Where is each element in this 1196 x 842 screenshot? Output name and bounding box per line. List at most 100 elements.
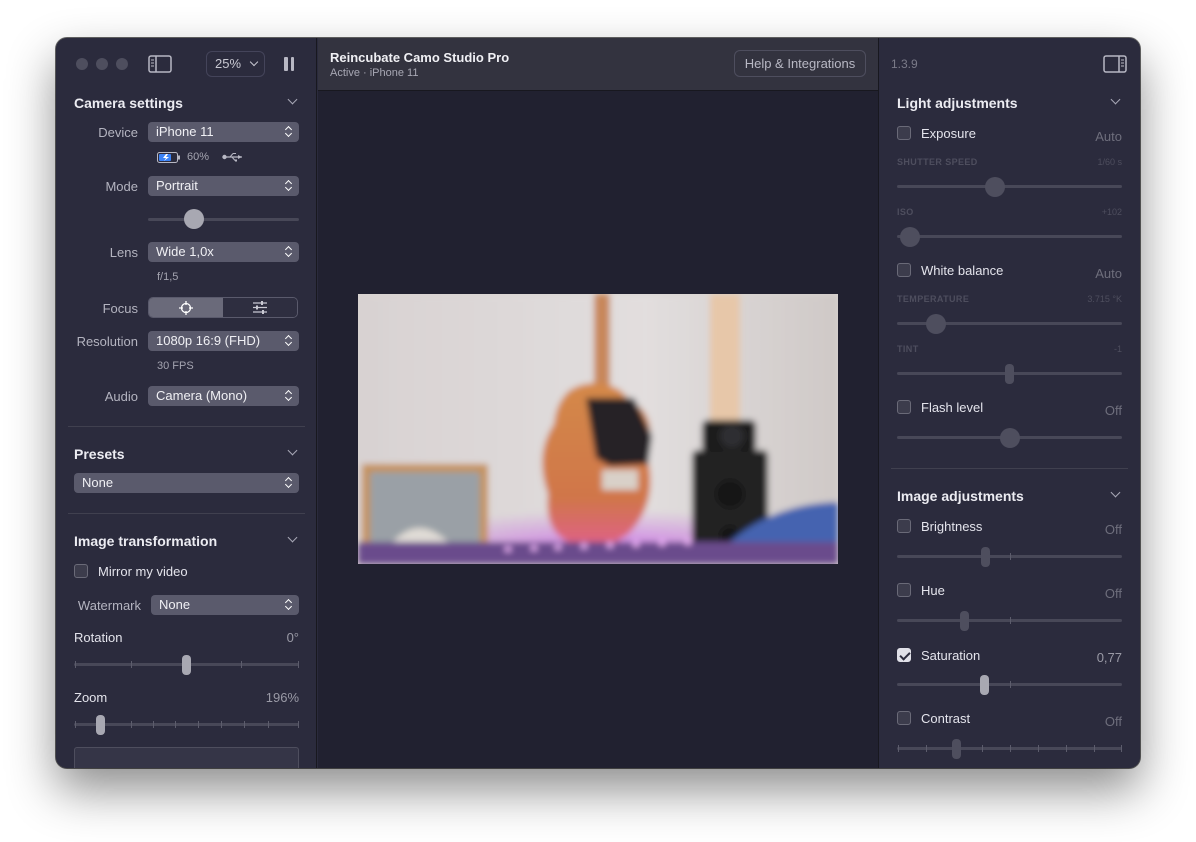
updown-chevron-icon: [285, 598, 293, 612]
shutter-speed-slider[interactable]: [897, 185, 1122, 188]
inspector-toggle-icon[interactable]: [1103, 55, 1127, 73]
aperture-value: f/1,5: [157, 271, 179, 283]
resolution-select[interactable]: 1080p 16:9 (FHD): [148, 331, 299, 351]
watermark-select[interactable]: None: [151, 595, 299, 615]
lens-label: Lens: [109, 245, 138, 260]
zoom-level-value: 25%: [215, 56, 242, 71]
presets-collapse-icon[interactable]: [287, 445, 298, 456]
focus-manual-segment[interactable]: [223, 298, 297, 317]
flash-level-value: Off: [1104, 403, 1122, 418]
portrait-blur-knob[interactable]: [184, 209, 204, 229]
contrast-value: Off: [1104, 714, 1122, 729]
app-version: 1.3.9: [891, 57, 918, 71]
mode-select[interactable]: Portrait: [148, 176, 299, 196]
device-select[interactable]: iPhone 11: [148, 122, 299, 142]
image-adjustments-title: Image adjustments: [897, 488, 1024, 504]
hue-knob[interactable]: [960, 611, 969, 631]
section-divider: [891, 468, 1128, 469]
saturation-checkbox[interactable]: [897, 648, 911, 662]
audio-label: Audio: [104, 389, 138, 404]
zoom-label: Zoom: [74, 690, 108, 705]
watermark-select-value: None: [159, 597, 191, 612]
connection-status: Active · iPhone 11: [330, 67, 419, 79]
shutter-speed-value: 1/60 s: [1097, 157, 1122, 167]
close-window-button[interactable]: [76, 58, 88, 70]
updown-chevron-icon: [285, 334, 293, 348]
temperature-knob[interactable]: [926, 314, 946, 334]
image-transformation-collapse-icon[interactable]: [287, 532, 298, 543]
zoom-level-select[interactable]: 25%: [206, 51, 265, 77]
focus-segmented-control[interactable]: [148, 297, 298, 318]
shutter-speed-knob[interactable]: [985, 177, 1005, 197]
saturation-knob[interactable]: [980, 675, 989, 695]
fps-value: 30 FPS: [157, 360, 194, 372]
sidebar-toggle-icon[interactable]: [148, 55, 172, 73]
minimize-window-button[interactable]: [96, 58, 108, 70]
updown-chevron-icon: [285, 476, 293, 490]
camera-feed-image: [358, 294, 838, 564]
exposure-label: Exposure: [921, 126, 976, 141]
white-balance-checkbox[interactable]: [897, 263, 911, 277]
camera-settings-collapse-icon[interactable]: [287, 94, 298, 105]
iso-knob[interactable]: [900, 227, 920, 247]
brightness-label: Brightness: [921, 519, 983, 534]
brightness-value: Off: [1104, 522, 1122, 537]
section-divider: [68, 513, 305, 514]
lens-select[interactable]: Wide 1,0x: [148, 242, 299, 262]
updown-chevron-icon: [285, 179, 293, 193]
exposure-value: Auto: [1095, 129, 1122, 144]
crosshair-icon: [179, 301, 193, 315]
tint-knob[interactable]: [1005, 364, 1014, 384]
pause-icon: [284, 57, 288, 71]
zoom-slider[interactable]: [74, 723, 299, 726]
audio-select[interactable]: Camera (Mono): [148, 386, 299, 406]
hue-value: Off: [1104, 586, 1122, 601]
resolution-label: Resolution: [76, 334, 138, 349]
camera-preview: [358, 294, 838, 564]
flash-level-checkbox[interactable]: [897, 400, 911, 414]
zoom-knob[interactable]: [96, 715, 105, 735]
preview-area: Reincubate Camo Studio Pro Active · iPho…: [318, 38, 878, 768]
rotation-knob[interactable]: [182, 655, 191, 675]
pause-button[interactable]: [284, 57, 295, 71]
image-transformation-title: Image transformation: [74, 533, 218, 549]
hue-checkbox[interactable]: [897, 583, 911, 597]
focus-auto-segment[interactable]: [149, 298, 223, 317]
contrast-checkbox[interactable]: [897, 711, 911, 725]
contrast-knob[interactable]: [952, 739, 961, 759]
device-label: Device: [98, 125, 138, 140]
rotation-value: 0°: [286, 630, 299, 645]
presets-select-value: None: [82, 475, 114, 490]
flash-level-knob[interactable]: [1000, 428, 1020, 448]
portrait-blur-slider[interactable]: [148, 218, 299, 221]
light-adjustments-title: Light adjustments: [897, 95, 1018, 111]
updown-chevron-icon: [285, 125, 293, 139]
battery-icon: [157, 152, 180, 163]
chevron-down-icon: [249, 57, 259, 67]
app-title: Reincubate Camo Studio Pro: [330, 50, 510, 65]
presets-title: Presets: [74, 446, 125, 462]
left-sidebar: 25% Camera settings Device iPhone 11 60%…: [56, 38, 317, 768]
brightness-knob[interactable]: [981, 547, 990, 567]
saturation-value: 0,77: [1096, 650, 1122, 665]
white-balance-value: Auto: [1095, 266, 1122, 281]
resolution-select-value: 1080p 16:9 (FHD): [156, 333, 261, 348]
light-adjustments-collapse-icon[interactable]: [1110, 94, 1121, 105]
right-sidebar: 1.3.9 Light adjustments Exposure Auto SH…: [878, 38, 1140, 768]
image-adjustments-collapse-icon[interactable]: [1110, 487, 1121, 498]
mirror-label: Mirror my video: [98, 564, 188, 579]
temperature-label: TEMPERATURE: [897, 294, 970, 304]
presets-select[interactable]: None: [74, 473, 299, 493]
sliders-icon: [253, 301, 267, 314]
brightness-checkbox[interactable]: [897, 519, 911, 533]
mirror-checkbox[interactable]: [74, 564, 88, 578]
zoom-value: 196%: [265, 690, 299, 705]
iso-slider[interactable]: [897, 235, 1122, 238]
zoom-window-button[interactable]: [116, 58, 128, 70]
focus-label: Focus: [102, 301, 138, 316]
exposure-checkbox[interactable]: [897, 126, 911, 140]
updown-chevron-icon: [285, 245, 293, 259]
section-divider: [68, 426, 305, 427]
shutter-speed-label: SHUTTER SPEED: [897, 157, 978, 167]
help-integrations-button[interactable]: Help & Integrations: [734, 50, 866, 77]
